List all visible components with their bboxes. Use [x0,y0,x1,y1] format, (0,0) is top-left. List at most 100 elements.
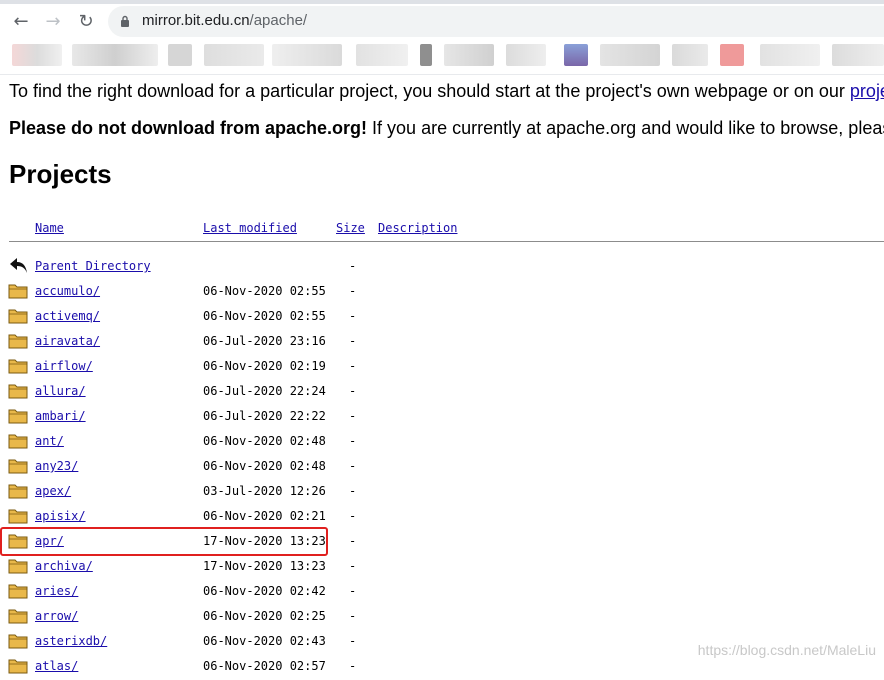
folder-icon [8,284,28,299]
folder-link[interactable]: any23/ [35,459,78,473]
bookmark-blur[interactable] [12,44,62,66]
folder-link[interactable]: arrow/ [35,609,78,623]
table-row: any23/06-Nov-2020 02:48 - [0,455,884,480]
folder-link[interactable]: ant/ [35,434,64,448]
folder-link[interactable]: asterixdb/ [35,634,107,648]
back-arrow-icon[interactable]: ← [11,12,31,32]
size-value: - [349,434,357,448]
last-modified: 06-Nov-2020 02:21 [203,509,326,523]
last-modified: 06-Nov-2020 02:19 [203,359,326,373]
highlight-box [0,527,328,556]
size-value: - [349,334,357,348]
folder-icon [8,359,28,374]
folder-icon [8,459,28,474]
folder-icon [8,559,28,574]
folder-link[interactable]: archiva/ [35,559,93,573]
warning-paragraph: Please do not download from apache.org! … [9,118,884,139]
projects-link[interactable]: projec [850,81,884,101]
folder-link[interactable]: aries/ [35,584,78,598]
table-row: apex/03-Jul-2020 12:26 - [0,480,884,505]
url-host: mirror.bit.edu.cn [142,12,250,29]
last-modified: 06-Nov-2020 02:57 [203,659,326,673]
bookmark-blur[interactable] [168,44,192,66]
address-bar[interactable]: mirror.bit.edu.cn/apache/ [108,6,884,37]
folder-icon [8,509,28,524]
size-value: - [349,409,357,423]
last-modified: 06-Jul-2020 23:16 [203,334,326,348]
folder-link[interactable]: airflow/ [35,359,93,373]
folder-icon [8,584,28,599]
size-value: - [349,284,357,298]
last-modified: 06-Jul-2020 22:22 [203,409,326,423]
tab-strip-edge [0,0,884,4]
sort-by-size-link[interactable]: Size [336,221,365,235]
bookmark-blur[interactable] [600,44,660,66]
table-row: archiva/17-Nov-2020 13:23 - [0,555,884,580]
folder-icon [8,334,28,349]
back-arrow-icon [10,258,27,273]
watermark: https://blog.csdn.net/MaleLiu [697,642,876,658]
bookmarks-bar [0,42,884,74]
table-row: ambari/06-Jul-2020 22:22 - [0,405,884,430]
page-title: Projects [9,159,112,189]
bookmark-blur[interactable] [506,44,546,66]
reload-icon[interactable]: ↻ [76,12,96,32]
table-row: allura/06-Jul-2020 22:24 - [0,380,884,405]
bookmark-blur[interactable] [444,44,494,66]
size-value: - [349,459,357,473]
sort-by-modified-link[interactable]: Last modified [203,221,297,235]
parent-directory-link[interactable]: Parent Directory [35,259,151,273]
folder-link[interactable]: atlas/ [35,659,78,673]
table-row: arrow/06-Nov-2020 02:25 - [0,605,884,630]
bookmark-blur[interactable] [420,44,432,66]
size-value: - [349,359,357,373]
folder-link[interactable]: apex/ [35,484,71,498]
folder-link[interactable]: accumulo/ [35,284,100,298]
bookmark-blur[interactable] [832,44,884,66]
last-modified: 06-Nov-2020 02:43 [203,634,326,648]
last-modified: 06-Nov-2020 02:55 [203,284,326,298]
size-value: - [349,584,357,598]
sort-by-name-link[interactable]: Name [35,221,64,235]
bookmark-blur[interactable] [356,44,408,66]
folder-link[interactable]: activemq/ [35,309,100,323]
last-modified: 06-Nov-2020 02:48 [203,459,326,473]
parent-directory-row: Parent Directory - [0,255,884,280]
size-value: - [349,534,357,548]
folder-icon [8,434,28,449]
last-modified: 06-Nov-2020 02:42 [203,584,326,598]
folder-link[interactable]: apisix/ [35,509,86,523]
header-rule [9,241,884,242]
bookmark-blur[interactable] [72,44,158,66]
lock-icon [121,15,129,27]
folder-link[interactable]: airavata/ [35,334,100,348]
bookmarks-divider [0,74,884,75]
size-value: - [349,609,357,623]
warning-text: If you are currently at apache.org and w… [367,118,884,138]
folder-icon [8,384,28,399]
bookmark-blur[interactable] [672,44,708,66]
last-modified: 06-Nov-2020 02:55 [203,309,326,323]
table-row: activemq/06-Nov-2020 02:55 - [0,305,884,330]
browser-toolbar: ← → ↻ mirror.bit.edu.cn/apache/ [0,0,884,42]
size-value: - [349,659,357,673]
sort-by-description-link[interactable]: Description [378,221,457,235]
table-row: aries/06-Nov-2020 02:42 - [0,580,884,605]
bookmark-blur[interactable] [272,44,342,66]
size-value: - [349,384,357,398]
bookmark-blur[interactable] [760,44,820,66]
folder-icon [8,609,28,624]
intro-paragraph: To find the right download for a particu… [9,81,884,102]
last-modified: 17-Nov-2020 13:23 [203,559,326,573]
bookmark-blur[interactable] [564,44,588,66]
size-value: - [349,509,357,523]
folder-icon [8,634,28,649]
bookmark-blur[interactable] [204,44,264,66]
forward-arrow-icon[interactable]: → [43,12,63,32]
last-modified: 06-Nov-2020 02:25 [203,609,326,623]
bookmark-blur[interactable] [720,44,744,66]
folder-link[interactable]: ambari/ [35,409,86,423]
url-path: /apache/ [249,12,308,29]
folder-link[interactable]: allura/ [35,384,86,398]
size-value: - [349,309,357,323]
